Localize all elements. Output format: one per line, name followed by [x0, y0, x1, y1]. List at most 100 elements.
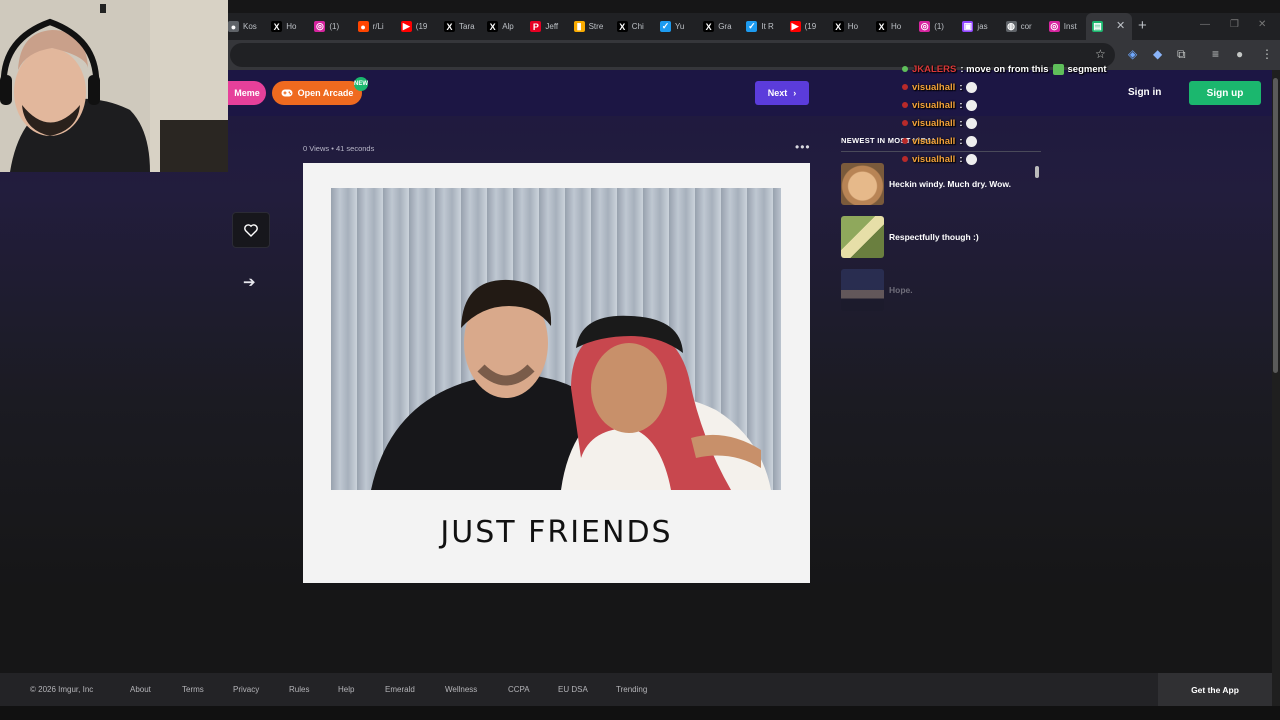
- media-control-icon[interactable]: ≡: [1212, 47, 1219, 61]
- copyright-text: © 2026 Imgur, Inc: [30, 685, 94, 694]
- chat-text: segment: [1067, 63, 1107, 75]
- footer-link-eu-dsa[interactable]: EU DSA: [558, 685, 588, 694]
- twitch-icon: ▣: [962, 21, 974, 32]
- x-icon: X: [832, 21, 844, 32]
- minimize-icon[interactable]: —: [1200, 19, 1210, 30]
- chat-username: JKALERS: [912, 63, 957, 75]
- chat-message: visualhall :: [899, 96, 1129, 114]
- browser-tab[interactable]: ✓ It R: [740, 13, 786, 40]
- youtube-icon: ▶: [400, 21, 412, 32]
- footer-link-emerald[interactable]: Emerald: [385, 685, 415, 694]
- browser-tab-label: (19: [415, 22, 428, 31]
- browser-tab-label: It R: [761, 22, 774, 31]
- browser-tab[interactable]: X Alp: [481, 13, 527, 40]
- browser-tab[interactable]: X Ho: [827, 13, 873, 40]
- browser-tab[interactable]: ✓ Yu: [654, 13, 700, 40]
- footer-link-about[interactable]: About: [130, 685, 151, 694]
- browser-tab[interactable]: ▮ Stre: [568, 13, 614, 40]
- browser-tab[interactable]: ▶ (19: [784, 13, 830, 40]
- footer-link-trending[interactable]: Trending: [616, 685, 647, 694]
- get-the-app-button[interactable]: Get the App: [1158, 673, 1272, 706]
- check-icon: ✓: [660, 21, 671, 32]
- post-image: JUST FRIENDS: [303, 163, 810, 583]
- sidebar-post-title: Hope.: [889, 285, 913, 295]
- browser-tab[interactable]: ▶ (19: [395, 13, 441, 40]
- chat-text: :: [959, 117, 963, 129]
- chat-text: :: [959, 153, 963, 165]
- browser-tab-label: Ho: [286, 22, 297, 31]
- post-thumbnail: [841, 163, 884, 205]
- footer-link-ccpa[interactable]: CCPA: [508, 685, 530, 694]
- browser-tab[interactable]: X Tara: [438, 13, 484, 40]
- sidebar-post-title: Respectfully though :): [889, 232, 979, 242]
- post-photo: [331, 188, 781, 490]
- globe-icon: ◍: [1005, 21, 1017, 32]
- chat-username: visualhall: [912, 117, 956, 129]
- post-meta: 0 Views • 41 seconds: [303, 144, 374, 153]
- sidebar-post[interactable]: Hope.: [841, 269, 1041, 313]
- browser-tab[interactable]: X Chi: [611, 13, 657, 40]
- browser-tab[interactable]: X Ho: [265, 13, 311, 40]
- profile-avatar-icon[interactable]: ●: [1236, 47, 1243, 61]
- favorite-button[interactable]: [232, 212, 270, 248]
- emote-icon: [966, 81, 978, 93]
- browser-tab[interactable]: ◎ Inst: [1043, 13, 1089, 40]
- check-icon: ✓: [746, 21, 758, 32]
- webcam-overlay: [0, 0, 228, 172]
- chat-text: :: [959, 135, 963, 147]
- browser-tab[interactable]: ◍ cor: [1000, 13, 1046, 40]
- post-thumbnail: [841, 269, 884, 311]
- page-scrollbar-thumb[interactable]: [1273, 78, 1278, 373]
- browser-tab[interactable]: ▣ jas: [956, 13, 1002, 40]
- browser-tab[interactable]: X Gra: [697, 13, 743, 40]
- more-options-icon[interactable]: •••: [795, 140, 811, 154]
- sign-in-link[interactable]: Sign in: [1128, 87, 1161, 98]
- instagram-icon: ◎: [1048, 21, 1060, 32]
- youtube-icon: ▶: [789, 21, 801, 32]
- chat-message: visualhall :: [899, 150, 1129, 168]
- gamepad-icon: [281, 89, 293, 97]
- browser-tab[interactable]: P Jeff: [524, 13, 570, 40]
- post-age: 41 seconds: [335, 144, 375, 153]
- browser-tab[interactable]: ● Kos: [222, 13, 268, 40]
- meta-separator: •: [331, 144, 334, 153]
- generic-site-icon: ●: [228, 21, 239, 32]
- x-icon: X: [616, 21, 628, 32]
- footer-link-privacy[interactable]: Privacy: [233, 685, 259, 694]
- reddit-icon: ●: [357, 21, 369, 32]
- restore-icon[interactable]: ❐: [1230, 19, 1239, 30]
- browser-tab-label: Chi: [631, 22, 644, 31]
- user-badge-icon: [902, 84, 908, 90]
- browser-tab[interactable]: ◎ (1): [308, 13, 354, 40]
- browser-tab[interactable]: ● r/Li: [352, 13, 398, 40]
- window-close-icon[interactable]: ✕: [1258, 19, 1266, 30]
- footer-link-wellness[interactable]: Wellness: [445, 685, 477, 694]
- next-post-button[interactable]: Next ›: [755, 81, 809, 105]
- user-badge-icon: [902, 102, 908, 108]
- heart-icon: [244, 223, 258, 237]
- sidebar-post[interactable]: Respectfully though :): [841, 216, 1041, 260]
- open-arcade-button[interactable]: Open Arcade: [272, 81, 362, 105]
- browser-tab-label: Yu: [675, 22, 685, 31]
- x-icon: X: [703, 21, 715, 32]
- sidebar-post[interactable]: Heckin windy. Much dry. Wow.: [841, 163, 1041, 207]
- new-tab-icon[interactable]: +: [1138, 17, 1147, 34]
- next-label: Next: [767, 88, 788, 98]
- share-arrow-icon[interactable]: ➔: [243, 273, 256, 291]
- footer-link-terms[interactable]: Terms: [182, 685, 204, 694]
- bookmark-star-icon[interactable]: ☆: [1095, 47, 1106, 61]
- browser-tab[interactable]: ◎ (1): [913, 13, 959, 40]
- browser-tab[interactable]: X Ho: [870, 13, 916, 40]
- post-thumbnail: [841, 216, 884, 258]
- footer-link-rules[interactable]: Rules: [289, 685, 309, 694]
- browser-menu-icon[interactable]: ⋮: [1261, 47, 1273, 61]
- sign-up-button[interactable]: Sign up: [1189, 81, 1261, 105]
- close-tab-icon[interactable]: ✕: [1116, 19, 1125, 32]
- emote-icon: [966, 117, 978, 129]
- extension-icon[interactable]: ◈: [1128, 47, 1137, 61]
- footer-link-help[interactable]: Help: [338, 685, 354, 694]
- extension-icon[interactable]: ◆: [1153, 47, 1162, 61]
- chat-username: visualhall: [912, 135, 956, 147]
- extensions-puzzle-icon[interactable]: ⧉: [1177, 47, 1186, 62]
- emote-icon: [966, 135, 978, 147]
